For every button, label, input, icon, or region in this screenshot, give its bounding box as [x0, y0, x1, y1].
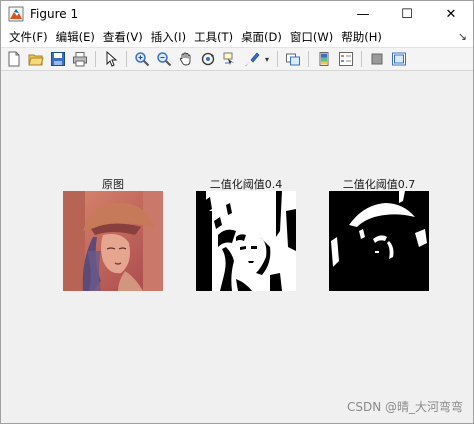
subplot-title-threshold-07: 二值化阈值0.7: [342, 178, 416, 191]
binary-threshold-low-image: [196, 191, 296, 291]
menu-edit[interactable]: 编辑(E): [52, 27, 99, 47]
print-icon[interactable]: [71, 50, 89, 68]
menu-help[interactable]: 帮助(H): [337, 27, 386, 47]
original-image[interactable]: [63, 191, 163, 291]
binary-threshold-high-image: [329, 191, 429, 291]
watermark-text: CSDN @晴_大河弯弯: [346, 400, 463, 414]
rotate-3d-icon[interactable]: [199, 50, 217, 68]
menu-view[interactable]: 查看(V): [99, 27, 147, 47]
figure-canvas[interactable]: 原图 二值化阈值0.4 二值化阈值0.7 CSDN @晴_大河弯弯: [1, 72, 473, 423]
brush-icon[interactable]: [243, 50, 261, 68]
menu-insert[interactable]: 插入(I): [147, 27, 190, 47]
menu-tools[interactable]: 工具(T): [190, 27, 237, 47]
zoom-out-icon[interactable]: [155, 50, 173, 68]
menu-file[interactable]: 文件(F): [5, 27, 52, 47]
window-title: Figure 1: [30, 7, 79, 21]
close-button[interactable]: ✕: [429, 1, 473, 27]
binary-image-threshold-04[interactable]: [196, 191, 296, 291]
zoom-in-icon[interactable]: [133, 50, 151, 68]
pointer-icon[interactable]: [102, 50, 120, 68]
show-plot-tools-icon[interactable]: [390, 50, 408, 68]
matlab-figure-icon: [8, 6, 24, 22]
window-controls: — ☐ ✕: [341, 1, 473, 27]
menu-bar: 文件(F) 编辑(E) 查看(V) 插入(I) 工具(T) 桌面(D) 窗口(W…: [1, 27, 473, 47]
toolbar-separator: [277, 51, 278, 67]
data-cursor-icon[interactable]: [221, 50, 239, 68]
maximize-button[interactable]: ☐: [385, 1, 429, 27]
hide-plot-tools-icon[interactable]: [368, 50, 386, 68]
figure-toolbar: ▾: [1, 47, 473, 71]
link-icon[interactable]: [284, 50, 302, 68]
save-icon[interactable]: [49, 50, 67, 68]
toolbar-separator: [126, 51, 127, 67]
title-bar: Figure 1 — ☐ ✕: [1, 1, 473, 27]
toolbar-separator: [361, 51, 362, 67]
toolbar-separator: [95, 51, 96, 67]
dock-arrow-icon[interactable]: ↘: [458, 27, 467, 47]
legend-icon[interactable]: [337, 50, 355, 68]
toolbar-separator: [308, 51, 309, 67]
colorbar-icon[interactable]: [315, 50, 333, 68]
subplot-title-threshold-04: 二值化阈值0.4: [209, 178, 283, 191]
original-photo-image: [63, 191, 163, 291]
menu-desktop[interactable]: 桌面(D): [237, 27, 286, 47]
pan-hand-icon[interactable]: [177, 50, 195, 68]
figure-window: Figure 1 — ☐ ✕ 文件(F) 编辑(E) 查看(V) 插入(I) 工…: [0, 0, 474, 424]
minimize-button[interactable]: —: [341, 1, 385, 27]
menu-window[interactable]: 窗口(W): [286, 27, 337, 47]
open-file-icon[interactable]: [27, 50, 45, 68]
brush-dropdown-icon[interactable]: ▾: [263, 50, 271, 68]
new-figure-icon[interactable]: [5, 50, 23, 68]
subplot-title-original: 原图: [102, 178, 124, 191]
binary-image-threshold-07[interactable]: [329, 191, 429, 291]
